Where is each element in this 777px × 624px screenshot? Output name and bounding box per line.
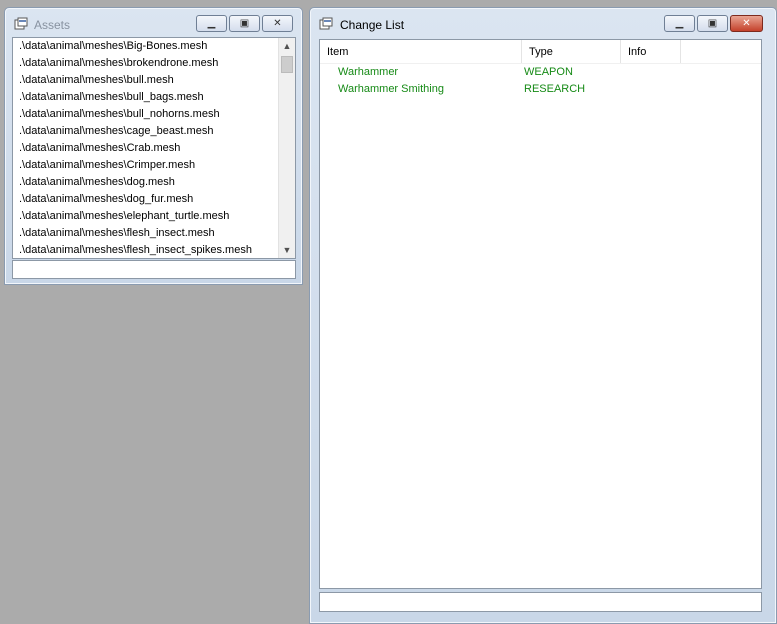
window-icon xyxy=(14,17,28,31)
list-item[interactable]: .\data\animal\meshes\dog_fur.mesh xyxy=(13,191,295,208)
cell-type: WEAPON xyxy=(524,66,573,78)
chevron-down-icon[interactable]: ▼ xyxy=(279,242,295,258)
list-item[interactable]: .\data\animal\meshes\Big-Bones.mesh xyxy=(13,38,295,55)
assets-list-items: .\data\animal\meshes\Big-Bones.mesh .\dat… xyxy=(13,38,295,258)
list-item[interactable]: .\data\animal\meshes\flesh_insect_spikes… xyxy=(13,242,295,258)
column-header-item[interactable]: Item xyxy=(320,40,522,64)
list-item[interactable]: .\data\animal\meshes\elephant_turtle.mes… xyxy=(13,208,295,225)
list-item[interactable]: .\data\animal\meshes\cage_beast.mesh xyxy=(13,123,295,140)
assets-filter-input[interactable] xyxy=(12,260,296,279)
assets-window[interactable]: Assets ▁ ▣ ✕ .\data\animal\meshes\Big-Bo… xyxy=(4,7,303,285)
change-list-titlebar[interactable]: Change List ▁ ▣ ✕ xyxy=(310,8,776,38)
close-icon: ✕ xyxy=(273,18,282,29)
restore-icon: ▣ xyxy=(707,18,718,29)
change-list-window[interactable]: Change List ▁ ▣ ✕ Item Type Info Warhamm… xyxy=(309,7,777,624)
change-list-title: Change List xyxy=(340,18,405,32)
list-item[interactable]: .\data\animal\meshes\bull_bags.mesh xyxy=(13,89,295,106)
list-item[interactable]: .\data\animal\meshes\dog.mesh xyxy=(13,174,295,191)
list-item[interactable]: .\data\animal\meshes\bull.mesh xyxy=(13,72,295,89)
chevron-up-icon[interactable]: ▲ xyxy=(279,38,295,54)
assets-scrollbar[interactable]: ▲ ▼ xyxy=(278,38,295,258)
scrollbar-thumb[interactable] xyxy=(281,56,293,73)
minimize-icon: ▁ xyxy=(675,18,684,29)
close-button[interactable]: ✕ xyxy=(730,15,763,32)
assets-title: Assets xyxy=(34,18,71,32)
close-icon: ✕ xyxy=(742,18,751,29)
column-header-info[interactable]: Info xyxy=(621,40,681,64)
assets-titlebar[interactable]: Assets ▁ ▣ ✕ xyxy=(5,8,302,38)
minimize-icon: ▁ xyxy=(207,18,216,29)
cell-item: Warhammer Smithing xyxy=(338,83,444,95)
assets-list[interactable]: .\data\animal\meshes\Big-Bones.mesh .\dat… xyxy=(12,37,296,259)
minimize-button[interactable]: ▁ xyxy=(196,15,227,32)
table-row[interactable]: Warhammer WEAPON xyxy=(320,64,761,81)
restore-button[interactable]: ▣ xyxy=(229,15,260,32)
change-list-input[interactable] xyxy=(319,592,762,612)
close-button[interactable]: ✕ xyxy=(262,15,293,32)
list-item[interactable]: .\data\animal\meshes\Crimper.mesh xyxy=(13,157,295,174)
window-icon xyxy=(319,17,333,31)
cell-type: RESEARCH xyxy=(524,83,586,95)
list-item[interactable]: .\data\animal\meshes\brokendrone.mesh xyxy=(13,55,295,72)
restore-icon: ▣ xyxy=(239,18,250,29)
list-item[interactable]: .\data\animal\meshes\Crab.mesh xyxy=(13,140,295,157)
list-item[interactable]: .\data\animal\meshes\flesh_insect.mesh xyxy=(13,225,295,242)
change-list-table[interactable]: Item Type Info Warhammer WEAPON Warhamme… xyxy=(319,39,762,589)
cell-item: Warhammer xyxy=(338,66,399,78)
restore-button[interactable]: ▣ xyxy=(697,15,728,32)
column-header-type[interactable]: Type xyxy=(522,40,621,64)
minimize-button[interactable]: ▁ xyxy=(664,15,695,32)
table-row[interactable]: Warhammer Smithing RESEARCH xyxy=(320,81,761,98)
list-item[interactable]: .\data\animal\meshes\bull_nohorns.mesh xyxy=(13,106,295,123)
